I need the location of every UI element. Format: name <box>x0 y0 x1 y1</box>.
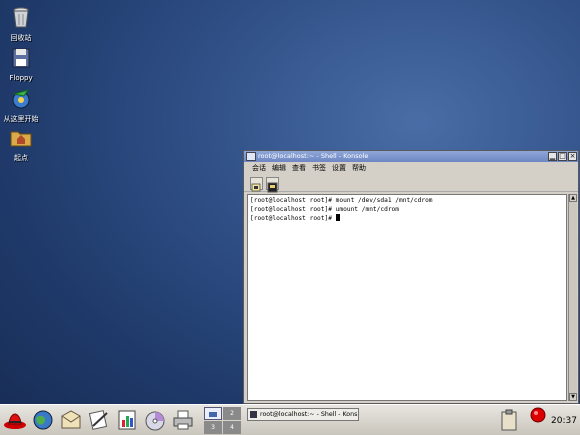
text-cursor <box>335 214 340 221</box>
window-menu-icon[interactable] <box>246 152 256 161</box>
menu-view[interactable]: 查看 <box>292 162 306 175</box>
update-notifier-icon[interactable] <box>526 405 550 429</box>
close-button[interactable]: × <box>568 152 577 161</box>
desktop-icon-home[interactable]: 起点 <box>0 125 51 163</box>
web-browser-icon[interactable] <box>31 408 55 432</box>
menu-edit[interactable]: 编辑 <box>272 162 286 175</box>
cd-player-icon[interactable] <box>143 408 167 432</box>
new-session-icon <box>251 183 261 191</box>
desktop-icon-label: 回收站 <box>10 34 32 42</box>
pager-desktop-4[interactable]: 4 <box>223 421 241 434</box>
printer-icon[interactable] <box>171 408 195 432</box>
presentation-icon[interactable] <box>115 408 139 432</box>
terminal-line: [root@localhost root]# umount /mnt/cdrom <box>250 205 400 213</box>
konsole-window[interactable]: root@localhost:~ - Shell - Konsole ▁ □ ×… <box>243 150 579 404</box>
trash-icon <box>13 7 29 28</box>
menu-help[interactable]: 帮助 <box>352 162 366 175</box>
pager-desktop-1[interactable] <box>204 407 222 420</box>
desktop-icon-label: Floppy <box>9 74 33 82</box>
desktop-icon-label: 从这里开始 <box>3 115 39 123</box>
clipboard-icon[interactable] <box>497 408 521 432</box>
terminal-output[interactable]: [root@localhost root]# mount /dev/sda1 /… <box>247 194 567 401</box>
bottom-panel: 2 3 4 root@localhost:~ - Shell - Kons 20… <box>0 404 580 435</box>
new-session-button[interactable] <box>250 176 263 191</box>
vertical-scrollbar[interactable]: ▲ ▼ <box>568 194 577 401</box>
terminal-session-button[interactable] <box>266 176 279 192</box>
redhat-menu-icon[interactable] <box>3 408 27 432</box>
title-bar[interactable]: root@localhost:~ - Shell - Konsole ▁ □ × <box>244 151 578 162</box>
pager-label: 3 <box>211 424 215 431</box>
text-editor-icon[interactable] <box>87 408 111 432</box>
desktop-pager: 2 3 4 <box>204 407 242 435</box>
minimize-button[interactable]: ▁ <box>548 152 557 161</box>
window-title: root@localhost:~ - Shell - Konsole <box>258 152 369 160</box>
menu-bookmarks[interactable]: 书签 <box>312 162 326 175</box>
pager-window-thumbnail <box>209 412 217 417</box>
terminal-line: [root@localhost root]# <box>250 215 336 222</box>
taskbar-button-konsole[interactable]: root@localhost:~ - Shell - Kons <box>247 408 359 421</box>
desktop-icon-label: 起点 <box>14 154 28 162</box>
clock[interactable]: 20:37 <box>549 409 579 433</box>
menu-session[interactable]: 会话 <box>252 162 266 175</box>
scroll-down-button[interactable]: ▼ <box>569 393 577 401</box>
terminal-icon <box>250 411 257 418</box>
home-folder-icon <box>10 131 32 147</box>
scroll-up-button[interactable]: ▲ <box>569 194 577 202</box>
desktop-icon-start-here[interactable]: 从这里开始 <box>0 86 51 124</box>
toolbar <box>244 175 578 192</box>
maximize-button[interactable]: □ <box>558 152 567 161</box>
menu-bar: 会话 编辑 查看 书签 设置 帮助 <box>244 162 578 175</box>
floppy-icon <box>12 48 30 68</box>
task-label: root@localhost:~ - Shell - Kons <box>260 411 358 418</box>
email-icon[interactable] <box>59 408 83 432</box>
desktop-icon-trash[interactable]: 回收站 <box>0 5 51 43</box>
start-here-icon <box>12 89 30 109</box>
pager-desktop-3[interactable]: 3 <box>204 421 222 434</box>
menu-settings[interactable]: 设置 <box>332 162 346 175</box>
terminal-line: [root@localhost root]# mount /dev/sda1 /… <box>250 197 433 204</box>
desktop-icon-floppy[interactable]: Floppy <box>0 46 51 82</box>
pager-label: 4 <box>230 424 234 431</box>
terminal-prompt-line: [root@localhost root]# <box>250 214 564 224</box>
pager-desktop-2[interactable]: 2 <box>223 407 241 420</box>
terminal-icon <box>267 182 278 192</box>
pager-label: 2 <box>230 410 234 417</box>
